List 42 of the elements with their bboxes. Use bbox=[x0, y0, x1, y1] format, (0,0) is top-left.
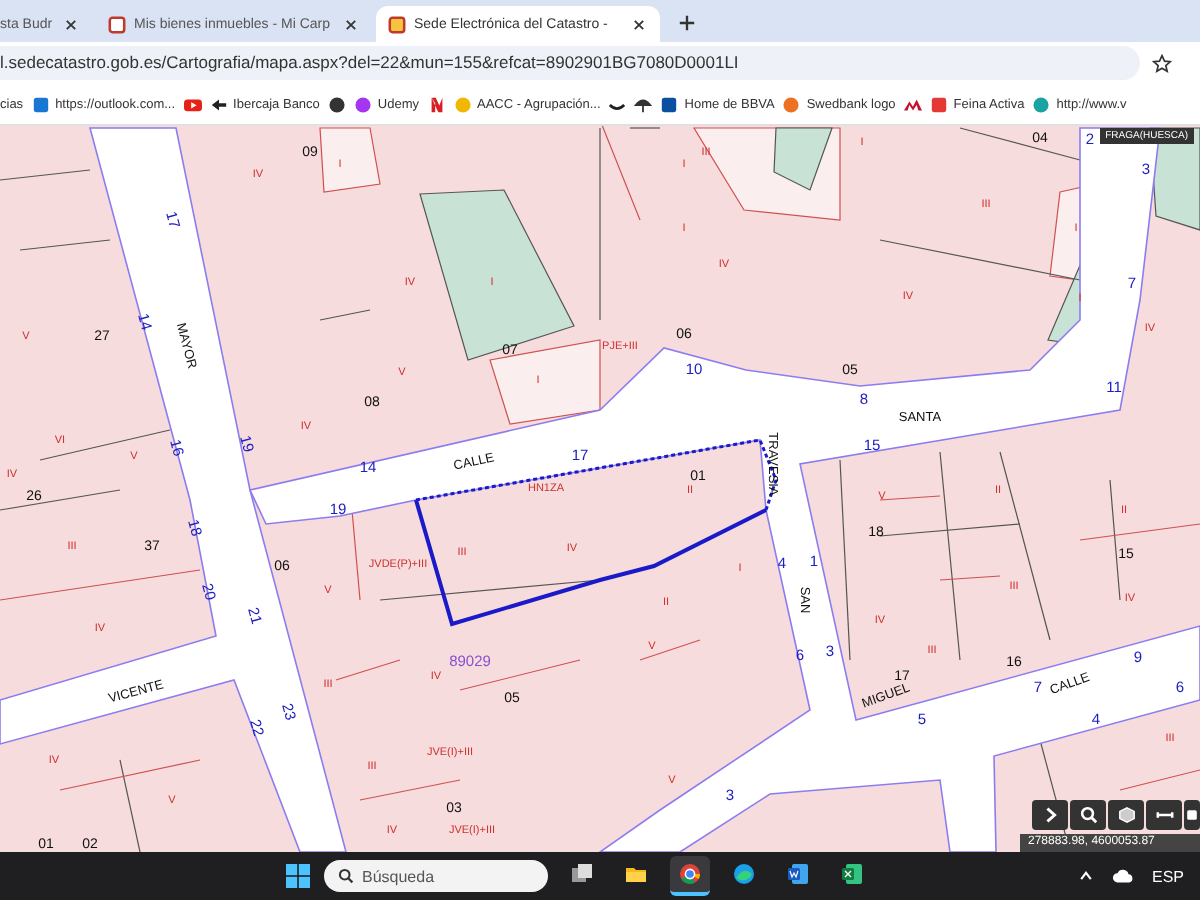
stacked-windows-icon bbox=[569, 862, 594, 886]
layers-button[interactable] bbox=[1108, 800, 1144, 830]
umbrella-icon bbox=[634, 95, 653, 113]
bookmark-icon-button[interactable] bbox=[327, 95, 346, 113]
start-icon[interactable] bbox=[285, 864, 310, 888]
language-indicator[interactable]: ESP bbox=[1151, 867, 1184, 885]
ribbon-logo-icon bbox=[427, 95, 446, 113]
wave-logo-icon bbox=[731, 862, 756, 886]
ruler-icon bbox=[1155, 806, 1173, 824]
circle-logo-icon bbox=[1032, 95, 1051, 113]
taskbar-app-button[interactable] bbox=[669, 856, 710, 896]
search-icon bbox=[337, 868, 354, 884]
close-tab-button[interactable] bbox=[62, 15, 80, 33]
caret-up-icon[interactable] bbox=[1077, 868, 1094, 884]
square-logo-icon bbox=[31, 95, 50, 113]
spreadsheet-app-icon bbox=[839, 862, 864, 886]
print-button[interactable] bbox=[1184, 800, 1200, 830]
document-app-icon bbox=[785, 862, 810, 886]
peak-logo-icon bbox=[903, 95, 922, 113]
browser-circle-icon bbox=[677, 862, 702, 886]
circle-logo-icon bbox=[453, 95, 472, 113]
close-tab-button[interactable] bbox=[630, 15, 648, 33]
play-icon bbox=[183, 95, 202, 113]
expand-toolbar-button[interactable] bbox=[1032, 800, 1068, 830]
cube-icon bbox=[1117, 806, 1135, 824]
square-logo-icon bbox=[929, 95, 948, 113]
square-logo-icon bbox=[660, 95, 679, 113]
close-tab-button[interactable] bbox=[342, 15, 360, 33]
printer-icon bbox=[1184, 806, 1200, 824]
chevron-icon bbox=[1041, 806, 1059, 824]
taskbar-search-field[interactable]: Búsqueda bbox=[323, 860, 548, 892]
search-icon bbox=[1079, 806, 1097, 824]
circle-logo-icon bbox=[782, 95, 801, 113]
folder-icon bbox=[623, 862, 648, 886]
new-tab-button[interactable] bbox=[676, 12, 698, 34]
bookmark-star-icon[interactable] bbox=[1152, 53, 1172, 73]
search-button[interactable] bbox=[1070, 800, 1106, 830]
bookmark-icon-button[interactable] bbox=[634, 95, 653, 113]
arrow-logo-icon bbox=[209, 95, 228, 113]
cloud-icon[interactable] bbox=[1111, 868, 1134, 884]
measure-button[interactable] bbox=[1146, 800, 1182, 830]
address-bar[interactable]: l.sedecatastro.gob.es/Cartografia/mapa.aspx?del=22&mun=155&refcat=8902901BG7080D0001LI bbox=[0, 46, 1140, 80]
